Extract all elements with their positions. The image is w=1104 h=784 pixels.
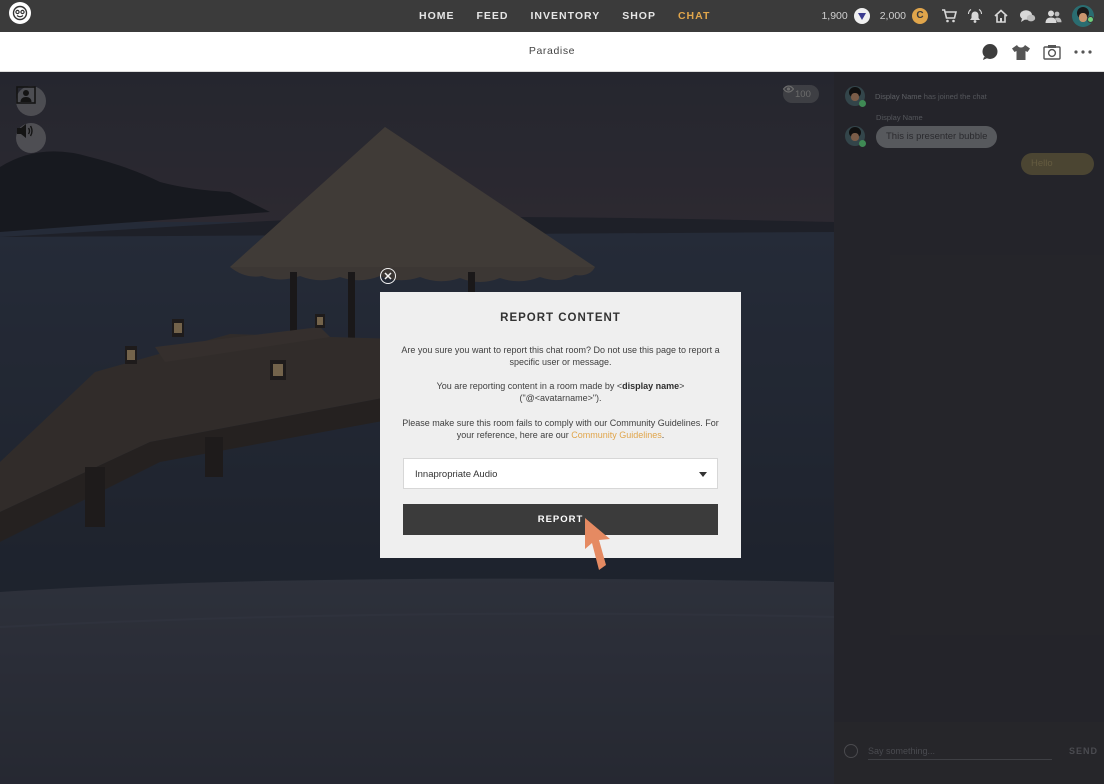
modal-warning-text: Are you sure you want to report this cha… bbox=[401, 345, 720, 368]
room-owner-avatar-name: ("@<avatarname>"). bbox=[519, 393, 602, 404]
volume-button[interactable] bbox=[16, 123, 46, 153]
vcoin-icon[interactable] bbox=[853, 8, 870, 24]
chat-toggle-icon[interactable] bbox=[979, 42, 1001, 62]
viewer-count-badge: 100 bbox=[783, 85, 819, 103]
portrait-frame-icon bbox=[16, 86, 36, 104]
report-button[interactable]: REPORT bbox=[403, 504, 718, 535]
own-message-bubble: Hello bbox=[1021, 153, 1094, 175]
nav-home[interactable]: HOME bbox=[419, 10, 455, 22]
report-reason-select[interactable]: Innapropriate Audio bbox=[403, 458, 718, 489]
chat-message-system: Display Name has joined the chat bbox=[845, 86, 987, 106]
hand-cursor-icon bbox=[585, 518, 610, 570]
room-tools bbox=[970, 42, 1094, 62]
app-logo-icon[interactable] bbox=[9, 2, 31, 24]
send-button[interactable]: SEND bbox=[1069, 746, 1098, 756]
message-text: has joined the chat bbox=[923, 92, 987, 101]
chat-panel bbox=[834, 72, 1104, 784]
room-owner-display-name: display name bbox=[622, 381, 680, 391]
chat-input[interactable] bbox=[868, 742, 1052, 760]
online-status-dot bbox=[1087, 16, 1094, 23]
speaker-icon bbox=[17, 124, 33, 138]
main-nav: HOME FEED INVENTORY SHOP CHAT bbox=[408, 0, 721, 32]
cart-icon[interactable] bbox=[940, 7, 958, 25]
nav-right-tools: 1,900 2,000 C bbox=[821, 0, 1104, 32]
nav-chat[interactable]: CHAT bbox=[678, 10, 710, 22]
nav-inventory[interactable]: INVENTORY bbox=[531, 10, 601, 22]
room-title: Paradise bbox=[528, 45, 576, 57]
report-reason-value: Innapropriate Audio bbox=[415, 469, 498, 480]
community-guidelines-link[interactable]: Community Guidelines bbox=[571, 430, 662, 440]
nav-shop[interactable]: SHOP bbox=[622, 10, 656, 22]
home-icon[interactable] bbox=[992, 7, 1010, 25]
modal-close-button[interactable] bbox=[380, 268, 396, 284]
presenter-bubble: This is presenter bubble bbox=[876, 126, 998, 148]
room-header: Paradise bbox=[0, 32, 1104, 72]
modal-guidelines-text: Please make sure this room fails to comp… bbox=[402, 418, 719, 441]
camera-icon[interactable] bbox=[1041, 42, 1063, 62]
more-options-icon[interactable] bbox=[1072, 42, 1094, 62]
chevron-down-icon bbox=[699, 472, 707, 477]
bell-icon[interactable] bbox=[966, 7, 984, 25]
chat-bubbles-icon[interactable] bbox=[1018, 7, 1036, 25]
credits-balance: 2,000 bbox=[879, 10, 906, 22]
modal-room-owner-text: You are reporting content in a room made… bbox=[436, 381, 685, 404]
message-display-name[interactable]: Display Name bbox=[876, 113, 923, 122]
avatar-status-dot bbox=[859, 140, 866, 147]
credits-icon[interactable]: C bbox=[912, 8, 928, 24]
modal-title: REPORT CONTENT bbox=[500, 312, 621, 324]
viewer-count: 100 bbox=[795, 88, 811, 100]
nav-feed[interactable]: FEED bbox=[477, 10, 509, 22]
chat-compose: SEND bbox=[834, 722, 1104, 784]
vcoin-balance: 1,900 bbox=[821, 10, 848, 22]
camera-view-button[interactable] bbox=[16, 86, 46, 116]
top-nav: HOME FEED INVENTORY SHOP CHAT 1,900 2,00… bbox=[0, 0, 1104, 32]
report-content-modal: REPORT CONTENT Are you sure you want to … bbox=[380, 292, 741, 558]
message-display-name[interactable]: Display Name bbox=[875, 92, 922, 101]
avatar-status-dot bbox=[859, 100, 866, 107]
people-icon[interactable] bbox=[1044, 7, 1062, 25]
close-icon bbox=[384, 272, 392, 280]
emoji-icon[interactable] bbox=[844, 744, 858, 758]
outfit-shirt-icon[interactable] bbox=[1010, 42, 1032, 62]
